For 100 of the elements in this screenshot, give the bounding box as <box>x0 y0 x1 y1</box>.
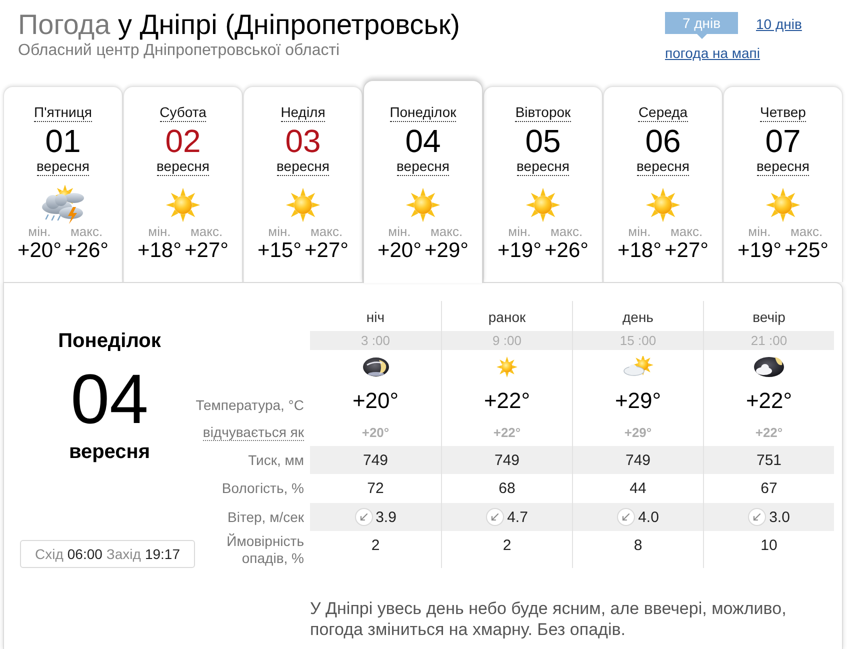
humidity-value: 72 <box>367 480 384 497</box>
min-temperature: +19° <box>497 239 542 263</box>
sun-icon <box>165 187 201 223</box>
map-link[interactable]: погода на мапі <box>665 45 760 61</box>
precipitation-value: 2 <box>502 537 512 554</box>
day-date: 05 <box>525 124 561 158</box>
wind-speed: 4.0 <box>638 508 659 526</box>
day-date: 01 <box>45 124 81 158</box>
moon-cloud-icon <box>362 356 390 378</box>
max-temperature: +26° <box>544 239 589 263</box>
max-label: макс. <box>670 225 703 239</box>
min-label: мін. <box>28 225 51 239</box>
min-temperature: +19° <box>737 239 782 263</box>
precipitation-value: 10 <box>760 537 778 554</box>
row-label: Вологість, % <box>222 480 304 497</box>
time-cell: 3 :00 <box>310 331 441 350</box>
detail-date: 04 <box>70 364 148 434</box>
precipitation-value: 2 <box>371 537 380 554</box>
max-label: макс. <box>70 225 103 239</box>
wind-speed: 3.9 <box>376 508 396 526</box>
feels-like-value: +20° <box>362 424 390 440</box>
sun-icon <box>285 187 321 223</box>
min-label: мін. <box>748 225 771 239</box>
sun-icon <box>525 187 561 223</box>
humidity-value: 67 <box>760 480 778 497</box>
temperature-value: +20° <box>352 388 399 414</box>
day-name: Субота <box>160 104 206 122</box>
period-name: ранок <box>488 309 526 325</box>
day-date: 06 <box>645 124 681 158</box>
day-tab[interactable]: Вівторок 05 вересня мін. +19° макс. +26° <box>483 86 603 282</box>
moon-cloud-icon <box>753 354 785 378</box>
time-cell: 21 :00 <box>704 331 834 350</box>
detail-weekday: Понеділок <box>58 329 161 353</box>
pressure-cell: 749 <box>310 446 441 474</box>
max-temperature: +27° <box>664 239 709 263</box>
tab-pointer-icon <box>696 34 706 39</box>
feels-like-value: +22° <box>755 424 783 440</box>
max-temperature: +27° <box>184 239 229 263</box>
day-name: П'ятниця <box>34 104 92 122</box>
min-temperature: +18° <box>617 239 662 263</box>
day-tab[interactable]: Субота 02 вересня мін. +18° макс. +27° <box>123 86 243 282</box>
day-tab[interactable]: П'ятниця 01 вересня мін. +20° макс. +26° <box>3 86 123 282</box>
row-label: Вітер, м/сек <box>228 508 304 526</box>
day-date: 04 <box>405 124 441 158</box>
min-temperature: +20° <box>17 239 62 263</box>
day-name: Неділя <box>280 104 326 122</box>
pressure-cell: 749 <box>442 446 572 474</box>
max-label: макс. <box>310 225 343 239</box>
min-temperature: +15° <box>257 239 302 263</box>
row-label: Температура, °C <box>196 397 304 414</box>
max-temperature: +27° <box>304 239 349 263</box>
time-cell: 15 :00 <box>573 331 703 350</box>
sun-icon <box>405 187 441 223</box>
day-tab[interactable]: Неділя 03 вересня мін. +15° макс. +27° <box>243 86 363 282</box>
min-label: мін. <box>628 225 651 239</box>
humidity-value: 68 <box>498 480 516 497</box>
pressure-cell: 751 <box>704 446 834 474</box>
day-tab[interactable]: Понеділок 04 вересня мін. +20° макс. +29° <box>363 80 483 283</box>
min-temperature: +20° <box>377 239 422 263</box>
row-label: Тиск, мм <box>248 452 304 468</box>
day-name: Понеділок <box>390 104 456 122</box>
feels-like-value: +29° <box>624 424 652 440</box>
min-label: мін. <box>268 225 291 239</box>
day-name: Четвер <box>760 104 806 122</box>
max-temperature: +29° <box>424 239 469 263</box>
min-label: мін. <box>148 225 171 239</box>
day-tab[interactable]: Середа 06 вересня мін. +18° макс. +27° <box>603 86 723 282</box>
max-temperature: +26° <box>64 239 109 263</box>
day-tab[interactable]: Четвер 07 вересня мін. +19° макс. +25° <box>723 86 843 282</box>
sun-icon <box>496 356 518 378</box>
sunrise-label: Схід <box>34 546 64 562</box>
row-label: відчувається як <box>202 424 304 440</box>
max-label: макс. <box>190 225 223 239</box>
day-month: вересня <box>636 158 690 176</box>
min-label: мін. <box>388 225 411 239</box>
pressure-cell: 749 <box>573 446 703 474</box>
feels-like-value: +22° <box>493 424 521 440</box>
max-label: макс. <box>550 225 583 239</box>
period-name: ніч <box>366 309 385 325</box>
temperature-value: +29° <box>614 388 662 414</box>
sunrise-time: 06:00 <box>67 546 102 562</box>
wind-speed: 3.0 <box>769 508 790 526</box>
wind-speed: 4.7 <box>507 508 528 526</box>
range-link[interactable]: 10 днів <box>756 16 802 32</box>
temperature-value: +22° <box>484 388 530 414</box>
day-month: вересня <box>156 158 210 176</box>
day-month: вересня <box>396 158 450 176</box>
day-name: Середа <box>638 104 688 122</box>
humidity-value: 44 <box>630 480 646 497</box>
day-month: вересня <box>36 158 90 176</box>
period-name: вечір <box>752 309 786 325</box>
detail-month: вересня <box>68 440 150 464</box>
page-title: Погода у Дніпрі (Дніпропетровськ) <box>18 8 461 42</box>
max-temperature: +25° <box>784 239 829 263</box>
sun-cloud-icon <box>622 356 654 378</box>
period-name: день <box>622 309 654 325</box>
forecast-description: У Дніпрі увесь день небо буде ясним, але ввечері, можливо, погода зміниться на хмарну. Без опадів. <box>310 598 788 640</box>
min-label: мін. <box>508 225 531 239</box>
day-name: Вівторок <box>515 104 571 122</box>
temperature-value: +22° <box>746 388 792 414</box>
